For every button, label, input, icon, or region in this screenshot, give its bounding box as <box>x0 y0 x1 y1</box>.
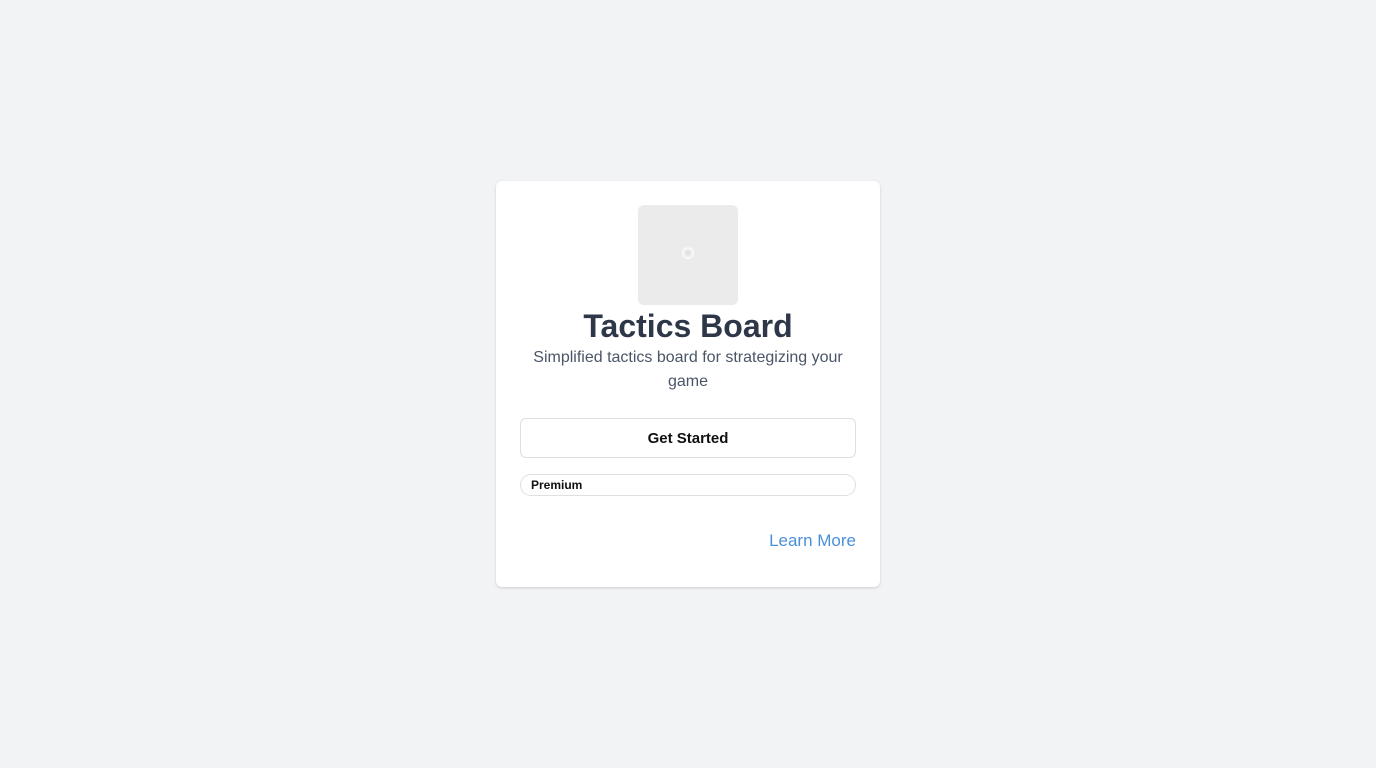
product-card: Tactics Board Simplified tactics board f… <box>496 181 880 587</box>
product-image-placeholder <box>638 205 738 305</box>
card-footer: Learn More <box>520 531 856 551</box>
get-started-button[interactable]: Get Started <box>520 418 856 458</box>
premium-badge: Premium <box>520 474 856 496</box>
learn-more-link[interactable]: Learn More <box>769 531 856 550</box>
image-placeholder-icon <box>681 246 695 265</box>
card-title: Tactics Board <box>583 308 793 344</box>
card-description: Simplified tactics board for strategizin… <box>533 349 843 390</box>
